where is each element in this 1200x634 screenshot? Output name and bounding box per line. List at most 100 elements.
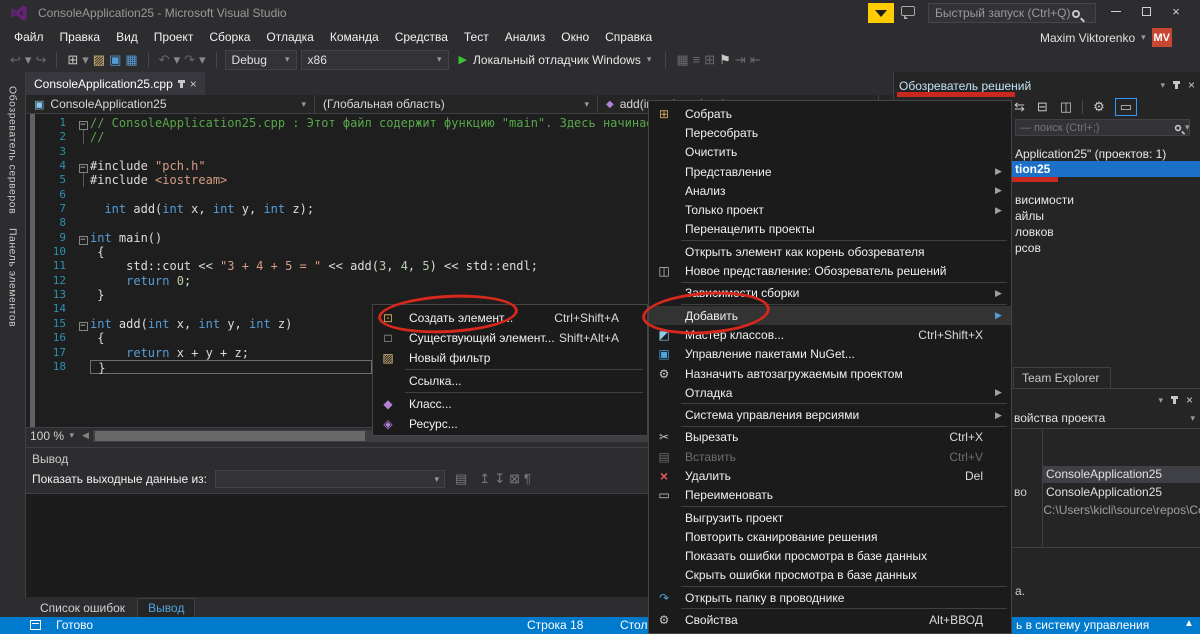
context-menu-item[interactable]: Выгрузить проект (649, 508, 1011, 527)
menubar-item[interactable]: Справка (597, 28, 660, 46)
submenu-item[interactable]: Ссылка... (373, 371, 647, 391)
save-all-icon[interactable]: ▦ (123, 52, 139, 67)
context-menu-item[interactable]: ▭ Переименовать (649, 486, 1011, 505)
fold-marker[interactable]: − (76, 317, 90, 331)
context-menu-item[interactable]: Представление ▶ (649, 162, 1011, 181)
fold-marker[interactable]: − (76, 116, 90, 130)
close-icon[interactable]: × (190, 77, 197, 91)
fold-marker[interactable]: − (76, 231, 90, 245)
context-menu-item[interactable]: Отладка ▶ (649, 383, 1011, 402)
sidebar-tab[interactable]: Панель элементов (7, 228, 19, 327)
project-dropdown[interactable]: ▣ ConsoleApplication25 ▾ (26, 95, 315, 113)
fold-marker[interactable]: − (76, 159, 90, 174)
document-tab[interactable]: ConsoleApplication25.cpp × (26, 72, 205, 95)
context-menu-item[interactable]: Пересобрать (649, 123, 1011, 142)
quick-launch-input[interactable] (928, 3, 1096, 23)
user-account[interactable]: Maxim Viktorenko ▾ MV (1040, 28, 1172, 47)
zoom-dropdown[interactable]: 100 % ▾ (26, 428, 78, 443)
menubar-item[interactable]: Отладка (258, 28, 321, 46)
pin-icon[interactable] (1172, 81, 1180, 89)
boxes-icon[interactable]: ⊞ (702, 52, 717, 67)
menubar-item[interactable]: Окно (553, 28, 597, 46)
chevron-down-icon[interactable]: ▾ (1160, 80, 1165, 91)
redo-icon[interactable]: ↷ (182, 52, 197, 67)
fold-box-icon[interactable]: − (78, 235, 88, 245)
menubar-item[interactable]: Правка (52, 28, 109, 46)
output-source-dropdown[interactable]: ▾ (214, 470, 445, 488)
menubar-item[interactable]: Тест (456, 28, 497, 46)
menubar-item[interactable]: Сборка (201, 28, 258, 46)
feedback-icon[interactable] (901, 6, 915, 19)
preview-icon[interactable]: ◫ (1058, 99, 1074, 115)
add-to-source-control[interactable]: ь в систему управления версиями (1016, 618, 1200, 634)
sidebar-tab[interactable]: Обозреватель серверов (7, 86, 19, 214)
fold-box-icon[interactable]: − (78, 121, 88, 130)
list-icon[interactable]: ≡ (691, 52, 703, 67)
outdent-icon[interactable]: ⇤ (748, 52, 763, 67)
context-menu-item[interactable]: × Удалить Del (649, 466, 1011, 485)
scope-dropdown[interactable]: (Глобальная область) ▾ (315, 95, 598, 113)
back-icon[interactable]: ↩ (8, 52, 23, 67)
grid-icon[interactable]: ▦ (674, 52, 690, 67)
context-menu-item[interactable]: Показать ошибки просмотра в базе данных (649, 547, 1011, 566)
messages-icon[interactable]: ▤ (453, 471, 469, 486)
platform-dropdown[interactable]: x86 ▾ (300, 49, 449, 70)
submenu-item[interactable]: ◈ Ресурс... (373, 414, 647, 434)
next-message-icon[interactable]: ↧ (492, 471, 507, 486)
context-menu-item[interactable]: Повторить сканирование решения (649, 527, 1011, 546)
context-menu-item[interactable]: Очистить (649, 143, 1011, 162)
collapse-all-icon[interactable]: ⊟ (1035, 99, 1050, 115)
context-menu-item[interactable]: ⚙ Свойства Alt+ВВОД (649, 610, 1011, 629)
close-icon[interactable]: × (1186, 393, 1193, 407)
context-menu-item[interactable]: Система управления версиями ▶ (649, 405, 1011, 424)
scroll-left-icon[interactable]: ◀ (78, 430, 93, 441)
configuration-dropdown[interactable]: Debug ▾ (224, 49, 297, 70)
context-menu-item[interactable]: ↷ Открыть папку в проводнике (649, 588, 1011, 607)
chevron-down-icon[interactable]: ▾ (197, 52, 208, 67)
chevron-down-icon[interactable]: ▾ (23, 52, 34, 67)
tab-output[interactable]: Вывод (137, 598, 196, 617)
context-menu-item[interactable]: Открыть элемент как корень обозревателя (649, 242, 1011, 261)
context-menu-item[interactable]: ▤ Вставить Ctrl+V (649, 447, 1011, 466)
new-project-icon[interactable]: ⊞ (65, 52, 80, 67)
start-debugging-button[interactable]: ▶ Локальный отладчик Windows ▾ (453, 53, 658, 67)
save-icon[interactable]: ▣ (107, 52, 123, 67)
chevron-down-icon[interactable]: ▾ (80, 52, 91, 67)
chevron-up-icon[interactable]: ▲ (1184, 618, 1194, 629)
bookmark-icon[interactable]: ⚑ (717, 52, 733, 67)
clear-all-icon[interactable]: ⊠ (507, 471, 522, 486)
chevron-down-icon[interactable]: ▾ (1158, 395, 1163, 406)
context-menu-item[interactable]: Анализ ▶ (649, 181, 1011, 200)
tab-team-explorer[interactable]: Team Explorer (1013, 367, 1111, 388)
context-menu-item[interactable]: ⚙ Назначить автозагружаемым проектом (649, 364, 1011, 383)
chevron-down-icon[interactable]: ▾ (172, 52, 183, 67)
context-menu-item[interactable]: ◫ Новое представление: Обозреватель решен… (649, 261, 1011, 280)
word-wrap-icon[interactable]: ¶ (522, 471, 533, 486)
chevron-down-icon[interactable]: ▾ (1185, 122, 1190, 133)
close-button[interactable]: × (1162, 0, 1190, 22)
context-menu-item[interactable]: Перенацелить проекты (649, 220, 1011, 239)
avatar[interactable]: MV (1151, 28, 1172, 47)
solution-search-input[interactable] (1015, 119, 1190, 136)
menubar-item[interactable]: Вид (108, 28, 146, 46)
submenu-item[interactable]: ▨ Новый фильтр (373, 348, 647, 368)
maximize-button[interactable] (1132, 0, 1160, 22)
menubar-item[interactable]: Анализ (497, 28, 554, 46)
pin-icon[interactable] (177, 79, 185, 88)
scrollbar-thumb[interactable] (94, 430, 365, 441)
menubar-item[interactable]: Команда (322, 28, 387, 46)
tab-error-list[interactable]: Список ошибок (30, 599, 135, 617)
fold-box-icon[interactable]: − (78, 321, 88, 331)
collapsed-panel-splitter[interactable] (30, 114, 35, 427)
forward-icon[interactable]: ↪ (33, 52, 48, 67)
context-menu-item[interactable]: Только проект ▶ (649, 200, 1011, 219)
pin-icon[interactable] (1170, 396, 1178, 404)
sync-icon[interactable]: ⇆ (1012, 99, 1027, 115)
context-menu-item[interactable]: ⊞ Собрать (649, 104, 1011, 123)
close-icon[interactable]: × (1188, 78, 1195, 92)
submenu-item[interactable]: ◆ Класс... (373, 394, 647, 414)
minimize-button[interactable] (1102, 0, 1130, 22)
context-menu-item[interactable]: ▣ Управление пакетами NuGet... (649, 345, 1011, 364)
menubar-item[interactable]: Средства (387, 28, 456, 46)
context-menu-item[interactable]: ✂ Вырезать Ctrl+X (649, 428, 1011, 447)
